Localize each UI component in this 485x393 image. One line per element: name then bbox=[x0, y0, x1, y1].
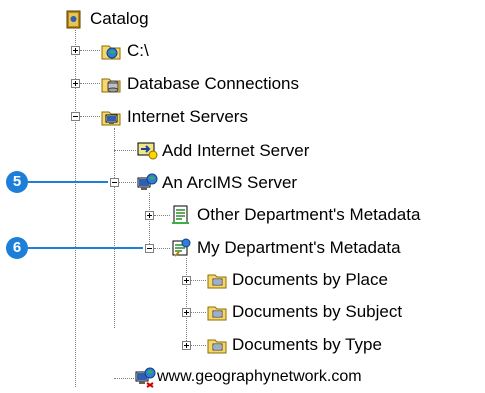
arcims-server-icon bbox=[136, 172, 158, 194]
callout-leader-line bbox=[28, 247, 143, 249]
tree-line bbox=[186, 258, 187, 345]
tree-line bbox=[149, 193, 150, 248]
callout-leader-line bbox=[28, 181, 108, 183]
expand-toggle-documents-by-place[interactable] bbox=[182, 276, 191, 285]
catalog-tree: Catalog C:\ Database Connections Interne… bbox=[0, 0, 485, 388]
tree-line bbox=[154, 215, 170, 216]
tree-line bbox=[80, 50, 100, 51]
collapse-toggle-internet-servers[interactable] bbox=[71, 112, 80, 121]
folder-icon bbox=[206, 301, 228, 323]
add-internet-server-icon bbox=[136, 139, 158, 161]
tree-item-label[interactable]: www.geographynetwork.com bbox=[157, 367, 362, 387]
expand-toggle-documents-by-type[interactable] bbox=[182, 341, 191, 350]
tree-line bbox=[80, 83, 100, 84]
tree-item-label[interactable]: Add Internet Server bbox=[162, 141, 309, 161]
callout-badge: 6 bbox=[6, 237, 28, 259]
tree-line bbox=[190, 312, 206, 313]
tree-item-label[interactable]: Documents by Subject bbox=[232, 302, 402, 322]
tree-line bbox=[114, 378, 134, 379]
catalog-icon bbox=[63, 8, 85, 30]
metadata-service-icon bbox=[170, 237, 192, 259]
expand-toggle-c-drive[interactable] bbox=[71, 46, 80, 55]
tree-item-label[interactable]: Database Connections bbox=[127, 74, 299, 94]
tree-item-label[interactable]: An ArcIMS Server bbox=[162, 173, 297, 193]
expand-toggle-documents-by-subject[interactable] bbox=[182, 308, 191, 317]
expand-toggle-other-metadata[interactable] bbox=[145, 211, 154, 220]
tree-root-label[interactable]: Catalog bbox=[90, 9, 149, 29]
tree-item-label[interactable]: Documents by Place bbox=[232, 270, 388, 290]
tree-item-label[interactable]: Internet Servers bbox=[127, 107, 248, 127]
collapse-toggle-my-metadata[interactable] bbox=[145, 244, 154, 253]
expand-toggle-database-connections[interactable] bbox=[71, 79, 80, 88]
metadata-service-icon bbox=[170, 204, 192, 226]
folder-icon bbox=[206, 269, 228, 291]
tree-item-label[interactable]: My Department's Metadata bbox=[197, 238, 401, 258]
callout-badge: 5 bbox=[6, 171, 28, 193]
tree-line bbox=[190, 345, 206, 346]
folder-icon bbox=[206, 334, 228, 356]
tree-line bbox=[119, 182, 136, 183]
tree-line bbox=[114, 128, 115, 328]
internet-servers-icon bbox=[100, 106, 122, 128]
tree-item-label[interactable]: Other Department's Metadata bbox=[197, 205, 420, 225]
tree-line bbox=[190, 280, 206, 281]
collapse-toggle-arcims-server[interactable] bbox=[110, 178, 119, 187]
tree-line bbox=[154, 248, 170, 249]
tree-line bbox=[114, 150, 136, 151]
tree-line bbox=[80, 116, 100, 117]
arcims-server-icon bbox=[134, 366, 156, 388]
drive-folder-icon bbox=[100, 40, 122, 62]
database-connections-icon bbox=[100, 73, 122, 95]
tree-item-label[interactable]: Documents by Type bbox=[232, 335, 382, 355]
tree-item-label[interactable]: C:\ bbox=[127, 41, 149, 61]
